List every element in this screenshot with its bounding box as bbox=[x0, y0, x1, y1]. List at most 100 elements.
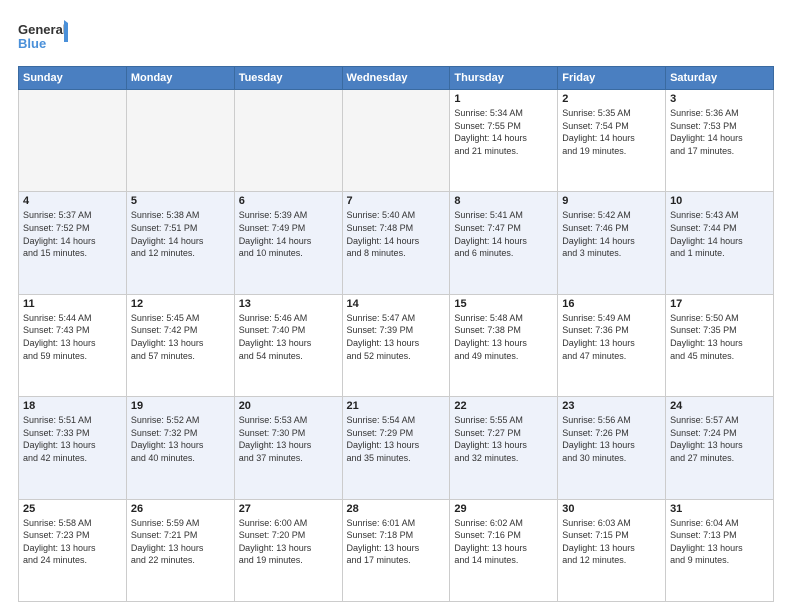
day-cell: 15 Sunrise: 5:48 AM Sunset: 7:38 PM Dayli… bbox=[450, 294, 558, 396]
day-number: 17 bbox=[670, 298, 769, 310]
day-info: Sunrise: 5:43 AM Sunset: 7:44 PM Dayligh… bbox=[670, 209, 769, 259]
col-header-tuesday: Tuesday bbox=[234, 67, 342, 90]
day-cell: 31 Sunrise: 6:04 AM Sunset: 7:13 PM Dayli… bbox=[666, 499, 774, 601]
day-cell: 11 Sunrise: 5:44 AM Sunset: 7:43 PM Dayli… bbox=[19, 294, 127, 396]
col-header-sunday: Sunday bbox=[19, 67, 127, 90]
day-number: 10 bbox=[670, 195, 769, 207]
day-number: 16 bbox=[562, 298, 661, 310]
day-number: 3 bbox=[670, 93, 769, 105]
day-cell: 21 Sunrise: 5:54 AM Sunset: 7:29 PM Dayli… bbox=[342, 397, 450, 499]
day-cell: 18 Sunrise: 5:51 AM Sunset: 7:33 PM Dayli… bbox=[19, 397, 127, 499]
day-cell: 16 Sunrise: 5:49 AM Sunset: 7:36 PM Dayli… bbox=[558, 294, 666, 396]
day-number: 25 bbox=[23, 503, 122, 515]
day-cell: 8 Sunrise: 5:41 AM Sunset: 7:47 PM Daylig… bbox=[450, 192, 558, 294]
page: General Blue SundayMondayTuesdayWednesda… bbox=[0, 0, 792, 612]
day-cell: 10 Sunrise: 5:43 AM Sunset: 7:44 PM Dayli… bbox=[666, 192, 774, 294]
week-row-1: 1 Sunrise: 5:34 AM Sunset: 7:55 PM Daylig… bbox=[19, 90, 774, 192]
day-info: Sunrise: 5:50 AM Sunset: 7:35 PM Dayligh… bbox=[670, 312, 769, 362]
svg-text:Blue: Blue bbox=[18, 36, 46, 51]
day-cell: 24Sunrise: 5:57 AM Sunset: 7:24 PM Dayli… bbox=[666, 397, 774, 499]
day-number: 18 bbox=[23, 400, 122, 412]
week-row-4: 18 Sunrise: 5:51 AM Sunset: 7:33 PM Dayli… bbox=[19, 397, 774, 499]
day-number: 27 bbox=[239, 503, 338, 515]
day-number: 23 bbox=[562, 400, 661, 412]
logo: General Blue bbox=[18, 18, 68, 58]
day-cell: 17 Sunrise: 5:50 AM Sunset: 7:35 PM Dayli… bbox=[666, 294, 774, 396]
week-row-3: 11 Sunrise: 5:44 AM Sunset: 7:43 PM Dayli… bbox=[19, 294, 774, 396]
day-info: Sunrise: 5:46 AM Sunset: 7:40 PM Dayligh… bbox=[239, 312, 338, 362]
day-info: Sunrise: 5:52 AM Sunset: 7:32 PM Dayligh… bbox=[131, 414, 230, 464]
day-number: 26 bbox=[131, 503, 230, 515]
day-info: Sunrise: 5:48 AM Sunset: 7:38 PM Dayligh… bbox=[454, 312, 553, 362]
week-row-5: 25 Sunrise: 5:58 AM Sunset: 7:23 PM Dayli… bbox=[19, 499, 774, 601]
col-header-wednesday: Wednesday bbox=[342, 67, 450, 90]
day-info: Sunrise: 6:03 AM Sunset: 7:15 PM Dayligh… bbox=[562, 517, 661, 567]
day-cell: 9 Sunrise: 5:42 AM Sunset: 7:46 PM Daylig… bbox=[558, 192, 666, 294]
day-info: Sunrise: 5:58 AM Sunset: 7:23 PM Dayligh… bbox=[23, 517, 122, 567]
day-number: 13 bbox=[239, 298, 338, 310]
day-cell: 20 Sunrise: 5:53 AM Sunset: 7:30 PM Dayli… bbox=[234, 397, 342, 499]
day-cell: 4Sunrise: 5:37 AM Sunset: 7:52 PM Daylig… bbox=[19, 192, 127, 294]
day-number: 5 bbox=[131, 195, 230, 207]
day-info: Sunrise: 5:44 AM Sunset: 7:43 PM Dayligh… bbox=[23, 312, 122, 362]
day-info: Sunrise: 5:55 AM Sunset: 7:27 PM Dayligh… bbox=[454, 414, 553, 464]
day-cell: 27 Sunrise: 6:00 AM Sunset: 7:20 PM Dayli… bbox=[234, 499, 342, 601]
day-cell: 1 Sunrise: 5:34 AM Sunset: 7:55 PM Daylig… bbox=[450, 90, 558, 192]
day-info: Sunrise: 5:54 AM Sunset: 7:29 PM Dayligh… bbox=[347, 414, 446, 464]
day-cell: 22 Sunrise: 5:55 AM Sunset: 7:27 PM Dayli… bbox=[450, 397, 558, 499]
day-info: Sunrise: 5:45 AM Sunset: 7:42 PM Dayligh… bbox=[131, 312, 230, 362]
day-number: 8 bbox=[454, 195, 553, 207]
day-info: Sunrise: 5:51 AM Sunset: 7:33 PM Dayligh… bbox=[23, 414, 122, 464]
day-info: Sunrise: 5:38 AM Sunset: 7:51 PM Dayligh… bbox=[131, 209, 230, 259]
day-cell: 14Sunrise: 5:47 AM Sunset: 7:39 PM Dayli… bbox=[342, 294, 450, 396]
day-number: 21 bbox=[347, 400, 446, 412]
day-info: Sunrise: 5:49 AM Sunset: 7:36 PM Dayligh… bbox=[562, 312, 661, 362]
day-cell bbox=[126, 90, 234, 192]
day-info: Sunrise: 6:02 AM Sunset: 7:16 PM Dayligh… bbox=[454, 517, 553, 567]
day-cell: 3Sunrise: 5:36 AM Sunset: 7:53 PM Daylig… bbox=[666, 90, 774, 192]
day-cell: 30 Sunrise: 6:03 AM Sunset: 7:15 PM Dayli… bbox=[558, 499, 666, 601]
day-number: 29 bbox=[454, 503, 553, 515]
day-cell: 5 Sunrise: 5:38 AM Sunset: 7:51 PM Daylig… bbox=[126, 192, 234, 294]
svg-text:General: General bbox=[18, 22, 66, 37]
day-info: Sunrise: 5:53 AM Sunset: 7:30 PM Dayligh… bbox=[239, 414, 338, 464]
day-number: 19 bbox=[131, 400, 230, 412]
day-number: 1 bbox=[454, 93, 553, 105]
day-cell bbox=[19, 90, 127, 192]
day-info: Sunrise: 5:35 AM Sunset: 7:54 PM Dayligh… bbox=[562, 107, 661, 157]
day-cell: 19 Sunrise: 5:52 AM Sunset: 7:32 PM Dayli… bbox=[126, 397, 234, 499]
day-info: Sunrise: 6:04 AM Sunset: 7:13 PM Dayligh… bbox=[670, 517, 769, 567]
day-info: Sunrise: 5:42 AM Sunset: 7:46 PM Dayligh… bbox=[562, 209, 661, 259]
day-number: 31 bbox=[670, 503, 769, 515]
calendar-table: SundayMondayTuesdayWednesdayThursdayFrid… bbox=[18, 66, 774, 602]
day-cell: 23Sunrise: 5:56 AM Sunset: 7:26 PM Dayli… bbox=[558, 397, 666, 499]
calendar-header-row: SundayMondayTuesdayWednesdayThursdayFrid… bbox=[19, 67, 774, 90]
day-number: 4 bbox=[23, 195, 122, 207]
day-info: Sunrise: 5:57 AM Sunset: 7:24 PM Dayligh… bbox=[670, 414, 769, 464]
day-info: Sunrise: 5:39 AM Sunset: 7:49 PM Dayligh… bbox=[239, 209, 338, 259]
day-info: Sunrise: 5:34 AM Sunset: 7:55 PM Dayligh… bbox=[454, 107, 553, 157]
day-number: 30 bbox=[562, 503, 661, 515]
week-row-2: 4Sunrise: 5:37 AM Sunset: 7:52 PM Daylig… bbox=[19, 192, 774, 294]
day-cell: 28Sunrise: 6:01 AM Sunset: 7:18 PM Dayli… bbox=[342, 499, 450, 601]
header: General Blue bbox=[18, 18, 774, 58]
day-info: Sunrise: 6:00 AM Sunset: 7:20 PM Dayligh… bbox=[239, 517, 338, 567]
day-number: 22 bbox=[454, 400, 553, 412]
day-cell: 7Sunrise: 5:40 AM Sunset: 7:48 PM Daylig… bbox=[342, 192, 450, 294]
col-header-thursday: Thursday bbox=[450, 67, 558, 90]
day-info: Sunrise: 5:59 AM Sunset: 7:21 PM Dayligh… bbox=[131, 517, 230, 567]
day-number: 14 bbox=[347, 298, 446, 310]
day-number: 15 bbox=[454, 298, 553, 310]
day-number: 20 bbox=[239, 400, 338, 412]
day-info: Sunrise: 6:01 AM Sunset: 7:18 PM Dayligh… bbox=[347, 517, 446, 567]
day-info: Sunrise: 5:40 AM Sunset: 7:48 PM Dayligh… bbox=[347, 209, 446, 259]
day-number: 11 bbox=[23, 298, 122, 310]
day-number: 9 bbox=[562, 195, 661, 207]
col-header-friday: Friday bbox=[558, 67, 666, 90]
col-header-saturday: Saturday bbox=[666, 67, 774, 90]
day-number: 6 bbox=[239, 195, 338, 207]
day-cell: 6 Sunrise: 5:39 AM Sunset: 7:49 PM Daylig… bbox=[234, 192, 342, 294]
day-cell bbox=[342, 90, 450, 192]
day-info: Sunrise: 5:41 AM Sunset: 7:47 PM Dayligh… bbox=[454, 209, 553, 259]
col-header-monday: Monday bbox=[126, 67, 234, 90]
